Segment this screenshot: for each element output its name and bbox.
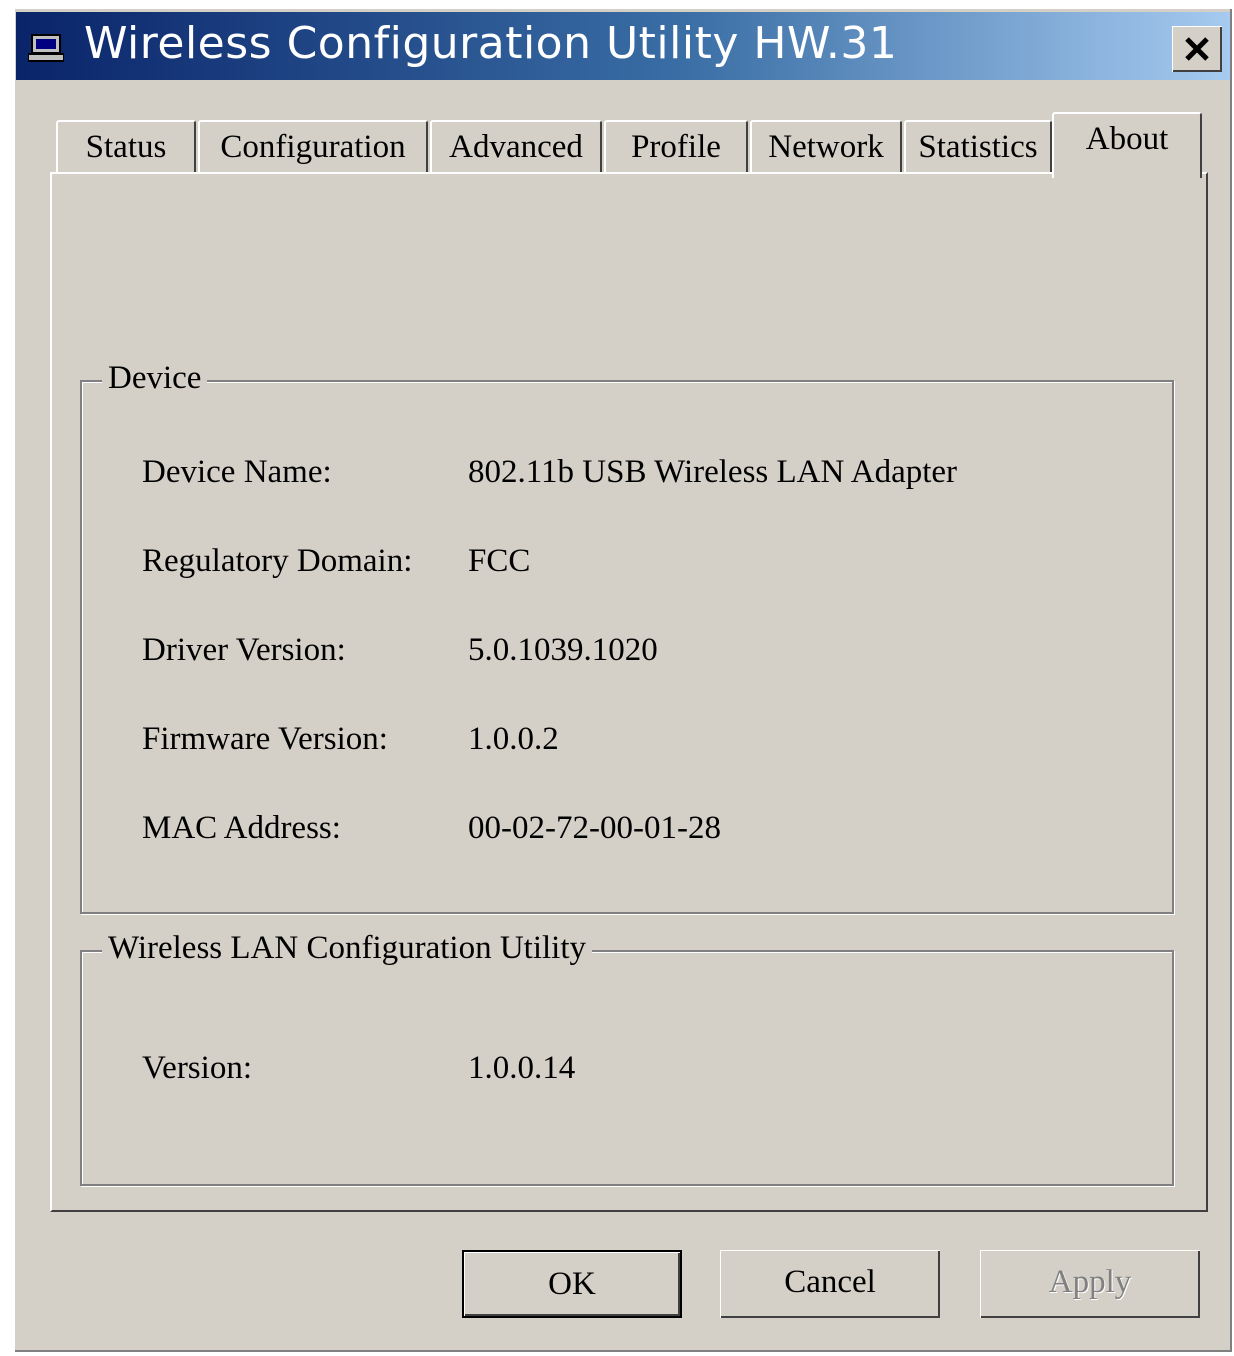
tab-configuration[interactable]: Configuration: [198, 120, 428, 174]
window-title: Wireless Configuration Utility HW.31: [84, 18, 898, 69]
device-group-legend: Device: [102, 356, 208, 400]
device-name-value: 802.11b USB Wireless LAN Adapter: [468, 454, 958, 490]
driver-version-value: 5.0.1039.1020: [468, 632, 658, 668]
tab-status[interactable]: Status: [56, 120, 196, 174]
mac-address-label: MAC Address:: [142, 810, 341, 846]
ok-button[interactable]: OK: [462, 1250, 682, 1318]
tab-about[interactable]: About: [1052, 112, 1202, 178]
tab-statistics[interactable]: Statistics: [904, 120, 1052, 174]
device-group: Device Device Name: 802.11b USB Wireless…: [80, 356, 1174, 914]
utility-version-value: 1.0.0.14: [468, 1050, 576, 1086]
dialog-window: Wireless Configuration Utility HW.31 Sta…: [14, 8, 1232, 1352]
tab-network[interactable]: Network: [750, 120, 902, 174]
driver-version-label: Driver Version:: [142, 632, 346, 668]
computer-icon: [28, 34, 64, 62]
firmware-version-value: 1.0.0.2: [468, 721, 559, 757]
cancel-button[interactable]: Cancel: [720, 1250, 940, 1318]
utility-group: Wireless LAN Configuration Utility Versi…: [80, 926, 1174, 1186]
regulatory-domain-label: Regulatory Domain:: [142, 543, 413, 579]
close-x-icon: [1185, 37, 1209, 61]
close-button[interactable]: [1172, 26, 1222, 72]
firmware-version-label: Firmware Version:: [142, 721, 388, 757]
device-name-label: Device Name:: [142, 454, 332, 490]
utility-version-label: Version:: [142, 1050, 252, 1086]
tab-advanced[interactable]: Advanced: [430, 120, 602, 174]
tab-profile[interactable]: Profile: [604, 120, 748, 174]
about-tab-panel: Device Device Name: 802.11b USB Wireless…: [50, 172, 1208, 1212]
mac-address-value: 00-02-72-00-01-28: [468, 810, 721, 846]
regulatory-domain-value: FCC: [468, 543, 531, 579]
utility-group-legend: Wireless LAN Configuration Utility: [102, 926, 593, 970]
title-bar[interactable]: Wireless Configuration Utility HW.31: [16, 12, 1230, 80]
apply-button[interactable]: Apply: [980, 1250, 1200, 1318]
